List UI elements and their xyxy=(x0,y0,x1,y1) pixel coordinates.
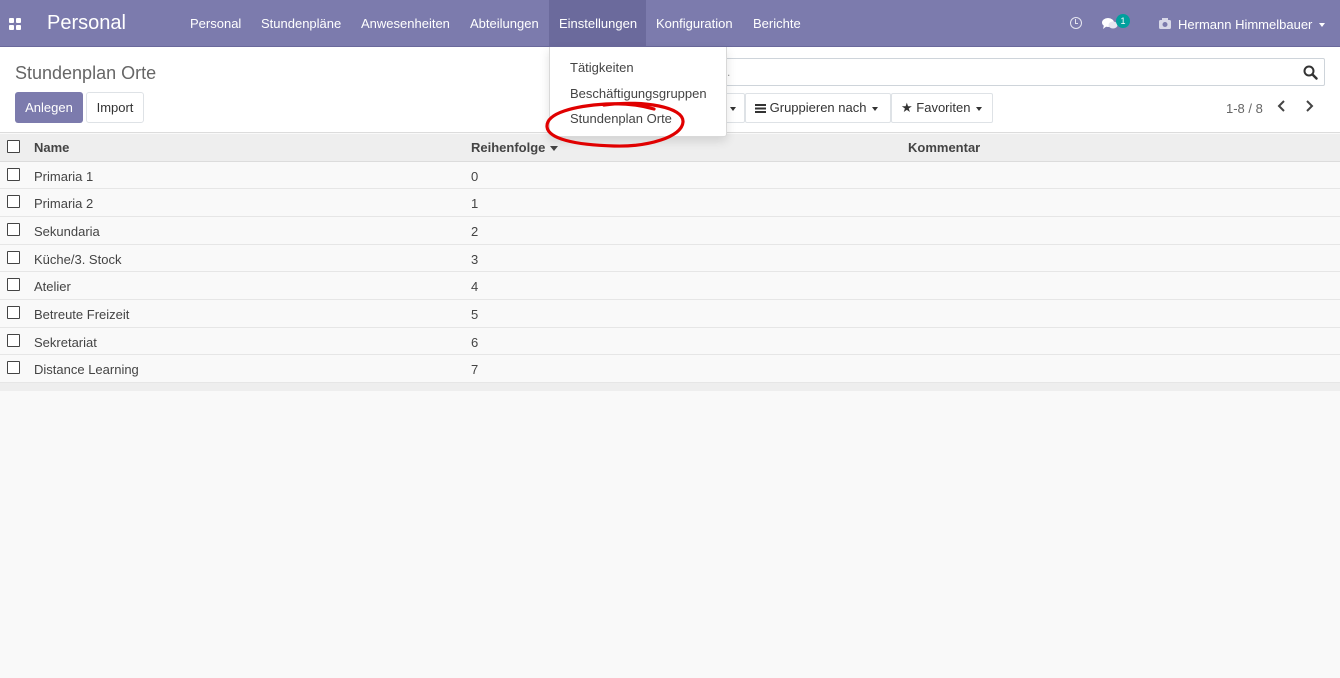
import-button[interactable]: Import xyxy=(86,92,144,123)
chevron-right-icon[interactable] xyxy=(1304,99,1314,113)
dropdown-item-taetigkeiten[interactable]: Tätigkeiten xyxy=(570,60,634,75)
row-name: Sekundaria xyxy=(34,224,100,239)
row-checkbox[interactable] xyxy=(7,306,20,319)
row-name: Betreute Freizeit xyxy=(34,307,130,322)
favorites-label: Favoriten xyxy=(916,100,971,115)
select-all-checkbox[interactable] xyxy=(7,140,20,153)
row-sequence: 3 xyxy=(471,252,479,267)
row-sequence: 2 xyxy=(471,224,479,239)
caret-down-icon xyxy=(730,106,736,111)
dropdown-item-stundenplan-orte[interactable]: Stundenplan Orte xyxy=(570,111,672,126)
menu-item-berichte[interactable]: Berichte xyxy=(743,0,811,47)
menu-item-stundenplaene[interactable]: Stundenpläne xyxy=(251,0,351,47)
row-name: Sekretariat xyxy=(34,335,97,350)
settings-dropdown-menu: Tätigkeiten Beschäftigungsgruppen Stunde… xyxy=(549,47,727,137)
column-header-sequence-label: Reihenfolge xyxy=(471,140,546,155)
row-name: Atelier xyxy=(34,279,71,294)
column-header-comment[interactable]: Kommentar xyxy=(908,140,980,155)
table-row[interactable]: Primaria 2 1 xyxy=(0,189,1340,217)
row-name: Primaria 1 xyxy=(34,169,94,184)
menu-item-anwesenheiten[interactable]: Anwesenheiten xyxy=(351,0,460,47)
row-checkbox[interactable] xyxy=(7,361,20,374)
row-checkbox[interactable] xyxy=(7,168,20,181)
row-checkbox[interactable] xyxy=(7,223,20,236)
menu-item-personal[interactable]: Personal xyxy=(180,0,251,47)
table-row[interactable]: Betreute Freizeit 5 xyxy=(0,300,1340,328)
row-checkbox[interactable] xyxy=(7,278,20,291)
row-sequence: 6 xyxy=(471,335,479,350)
row-name: Primaria 2 xyxy=(34,196,94,211)
column-header-sequence[interactable]: Reihenfolge xyxy=(471,140,559,155)
row-sequence: 7 xyxy=(471,362,479,377)
top-navbar: Personal Personal Stundenpläne Anwesenhe… xyxy=(0,0,1340,47)
search-input-text: . xyxy=(727,65,731,79)
menu-item-abteilungen[interactable]: Abteilungen xyxy=(460,0,549,47)
group-by-label: Gruppieren nach xyxy=(769,100,867,115)
company-icon[interactable] xyxy=(1158,17,1172,30)
row-name: Küche/3. Stock xyxy=(34,252,122,267)
menu-item-konfiguration[interactable]: Konfiguration xyxy=(646,0,743,47)
table-header: Name Reihenfolge Kommentar xyxy=(0,134,1340,162)
search-icon[interactable] xyxy=(1303,65,1318,80)
favorites-button[interactable]: ★ Favoriten xyxy=(891,93,993,123)
pager-value[interactable]: 1-8 / 8 xyxy=(1226,101,1263,116)
row-checkbox[interactable] xyxy=(7,334,20,347)
table-row[interactable]: Küche/3. Stock 3 xyxy=(0,245,1340,272)
page-title: Stundenplan Orte xyxy=(15,63,157,83)
table-footer xyxy=(0,383,1340,391)
table-row[interactable]: Sekretariat 6 xyxy=(0,328,1340,355)
group-by-button[interactable]: Gruppieren nach xyxy=(745,93,891,123)
table-row[interactable]: Atelier 4 xyxy=(0,272,1340,300)
row-sequence: 4 xyxy=(471,279,479,294)
row-sequence: 0 xyxy=(471,169,479,184)
user-menu-caret-icon[interactable] xyxy=(1319,23,1325,27)
row-sequence: 1 xyxy=(471,196,479,211)
caret-down-icon xyxy=(872,106,879,111)
chat-count-badge: 1 xyxy=(1116,14,1130,28)
apps-menu-icon[interactable] xyxy=(9,18,21,30)
sort-desc-icon xyxy=(550,146,559,152)
list-bars-icon xyxy=(755,104,766,113)
row-sequence: 5 xyxy=(471,307,479,322)
row-name: Distance Learning xyxy=(34,362,139,377)
column-header-name[interactable]: Name xyxy=(34,140,69,155)
table-row[interactable]: Distance Learning 7 xyxy=(0,355,1340,383)
app-brand[interactable]: Personal xyxy=(47,12,126,35)
row-checkbox[interactable] xyxy=(7,195,20,208)
menu-item-einstellungen[interactable]: Einstellungen xyxy=(549,0,646,47)
activity-clock-icon[interactable] xyxy=(1070,17,1082,29)
search-input[interactable]: . xyxy=(725,58,1325,86)
table-row[interactable]: Primaria 1 0 xyxy=(0,162,1340,189)
create-button[interactable]: Anlegen xyxy=(15,92,83,123)
chevron-left-icon[interactable] xyxy=(1277,99,1287,113)
star-icon: ★ xyxy=(901,100,913,115)
table-row[interactable]: Sekundaria 2 xyxy=(0,217,1340,245)
row-checkbox[interactable] xyxy=(7,251,20,264)
dropdown-item-beschaeftigungsgruppen[interactable]: Beschäftigungsgruppen xyxy=(570,86,707,101)
user-menu-name[interactable]: Hermann Himmelbauer xyxy=(1178,17,1312,32)
caret-down-icon xyxy=(976,106,983,111)
